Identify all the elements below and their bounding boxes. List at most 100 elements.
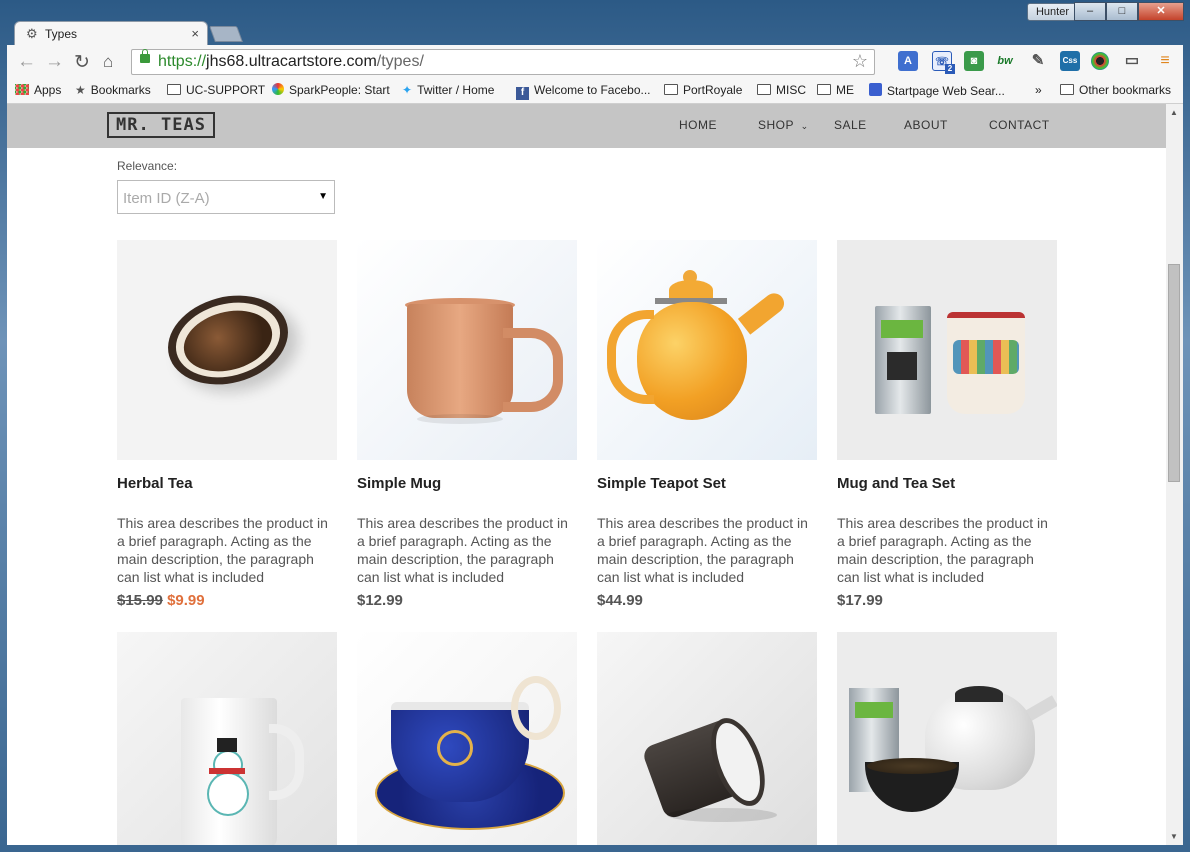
folder-icon bbox=[817, 84, 831, 95]
translate-extension-icon[interactable]: A bbox=[898, 51, 918, 71]
product-description: This area describes the product in a bri… bbox=[597, 515, 808, 585]
tab-title: Types bbox=[45, 27, 78, 41]
bookmark-sparkpeople[interactable]: SparkPeople: Start bbox=[272, 83, 390, 97]
chevron-down-icon: ⌄ bbox=[800, 121, 809, 131]
other-bookmarks[interactable]: Other bookmarks bbox=[1060, 83, 1171, 97]
bookmarks-bar: Apps ★ Bookmarks UC-SUPPORT SparkPeople: … bbox=[7, 79, 1183, 104]
scroll-up-arrow-icon[interactable]: ▲ bbox=[1170, 108, 1178, 117]
nav-shop[interactable]: SHOP ⌄ bbox=[758, 118, 809, 132]
product-description: This area describes the product in a bri… bbox=[117, 515, 328, 585]
bookmark-facebook[interactable]: f Welcome to Facebo... bbox=[516, 83, 651, 100]
menu-icon[interactable]: ≡ bbox=[1155, 51, 1175, 71]
folder-icon bbox=[757, 84, 771, 95]
star-icon: ★ bbox=[75, 83, 86, 97]
product-description: This area describes the product in a bri… bbox=[837, 515, 1048, 585]
product-image-simple-mug[interactable] bbox=[357, 240, 577, 460]
product-card[interactable]: Mug and Tea Set This area describes the … bbox=[837, 240, 1057, 609]
scrollbar-thumb[interactable] bbox=[1168, 264, 1180, 482]
reload-icon[interactable]: ↻ bbox=[74, 51, 90, 74]
product-name[interactable]: Simple Teapot Set bbox=[597, 475, 726, 492]
back-arrow-icon[interactable]: ← bbox=[17, 51, 36, 73]
product-card[interactable]: Simple Mug This area describes the produ… bbox=[357, 240, 577, 609]
product-card[interactable]: Herbal Tea This area describes the produ… bbox=[117, 240, 337, 609]
product-name[interactable]: Simple Mug bbox=[357, 475, 441, 492]
eyedropper-extension-icon[interactable]: ✎ bbox=[1028, 51, 1048, 71]
product-image-simple-teapot-set[interactable] bbox=[597, 240, 817, 460]
product-image-snowman-mug[interactable] bbox=[117, 632, 337, 845]
bookmark-me[interactable]: ME bbox=[817, 83, 854, 97]
sale-price: $9.99 bbox=[167, 592, 205, 609]
bookmark-bookmarks[interactable]: ★ Bookmarks bbox=[75, 83, 151, 97]
sort-selected-value: Item ID (Z-A) bbox=[123, 190, 210, 207]
product-card[interactable] bbox=[117, 632, 337, 845]
product-image-black-mug[interactable] bbox=[597, 632, 817, 845]
screen-capture-extension-icon[interactable]: ◙ bbox=[964, 51, 984, 71]
product-price: $12.99 bbox=[357, 592, 403, 609]
scroll-down-arrow-icon[interactable]: ▼ bbox=[1170, 832, 1178, 841]
browser-window: Hunter – □ ✕ ⚙ Types × ← → ↻ ⌂ https://j… bbox=[0, 0, 1190, 852]
product-image-teapot-and-tea-set[interactable] bbox=[837, 632, 1057, 845]
product-description: This area describes the product in a bri… bbox=[357, 515, 568, 585]
address-bar[interactable]: https://jhs68.ultracartstore.com/types/ … bbox=[131, 49, 875, 75]
css-extension-icon[interactable]: Css bbox=[1060, 51, 1080, 71]
profile-button[interactable]: Hunter bbox=[1026, 3, 1078, 21]
nav-home[interactable]: HOME bbox=[679, 118, 717, 132]
cast-icon[interactable]: ▭ bbox=[1122, 51, 1142, 71]
page-viewport: MR. TEAS HOME SHOP ⌄ SALE ABOUT CONTACT … bbox=[7, 104, 1166, 845]
bookmarks-overflow-button[interactable]: » bbox=[1035, 83, 1042, 97]
maximize-button[interactable]: □ bbox=[1106, 2, 1138, 21]
apps-grid-icon bbox=[15, 84, 29, 95]
color-wheel-extension-icon[interactable] bbox=[1091, 52, 1109, 70]
bookmark-portroyale[interactable]: PortRoyale bbox=[664, 83, 742, 97]
caret-down-icon: ▼ bbox=[318, 191, 328, 202]
bw-extension-icon[interactable]: bw bbox=[995, 51, 1015, 71]
product-card[interactable]: Simple Teapot Set This area describes th… bbox=[597, 240, 817, 609]
product-image-blue-teacup[interactable] bbox=[357, 632, 577, 845]
bookmark-startpage[interactable]: Startpage Web Sear... bbox=[869, 83, 1005, 98]
folder-icon bbox=[1060, 84, 1074, 95]
product-image-mug-and-tea-set[interactable] bbox=[837, 240, 1057, 460]
bookmark-uc-support[interactable]: UC-SUPPORT bbox=[167, 83, 265, 97]
nav-contact[interactable]: CONTACT bbox=[989, 118, 1050, 132]
site-header: MR. TEAS HOME SHOP ⌄ SALE ABOUT CONTACT bbox=[7, 104, 1166, 148]
new-tab-button[interactable] bbox=[209, 26, 243, 42]
page-scrollbar[interactable]: ▲ ▼ bbox=[1166, 104, 1183, 845]
nav-sale[interactable]: SALE bbox=[834, 118, 867, 132]
sparkpeople-icon bbox=[272, 83, 284, 95]
bookmark-apps[interactable]: Apps bbox=[15, 83, 61, 97]
site-logo[interactable]: MR. TEAS bbox=[107, 112, 215, 138]
bookmark-twitter[interactable]: ✦ Twitter / Home bbox=[402, 83, 494, 97]
startpage-icon bbox=[869, 83, 882, 96]
product-image-herbal-tea[interactable] bbox=[117, 240, 337, 460]
home-icon[interactable]: ⌂ bbox=[103, 52, 113, 72]
original-price: $15.99 bbox=[117, 592, 163, 609]
forward-arrow-icon[interactable]: → bbox=[45, 51, 64, 73]
sort-select[interactable]: Item ID (Z-A) ▼ bbox=[117, 180, 335, 214]
phone-extension-icon[interactable]: ☏ 2 bbox=[932, 51, 955, 74]
sort-label: Relevance: bbox=[117, 159, 178, 173]
minimize-button[interactable]: – bbox=[1074, 2, 1106, 21]
close-window-button[interactable]: ✕ bbox=[1138, 2, 1184, 21]
product-card[interactable] bbox=[357, 632, 577, 845]
browser-toolbar: ← → ↻ ⌂ https://jhs68.ultracartstore.com… bbox=[7, 45, 1183, 79]
product-price: $15.99 $9.99 bbox=[117, 592, 205, 609]
product-card[interactable] bbox=[597, 632, 817, 845]
folder-icon bbox=[664, 84, 678, 95]
browser-tab-active[interactable]: ⚙ Types × bbox=[14, 21, 208, 46]
product-name[interactable]: Herbal Tea bbox=[117, 475, 193, 492]
bookmark-star-icon[interactable]: ☆ bbox=[852, 51, 868, 72]
nav-about[interactable]: ABOUT bbox=[904, 118, 948, 132]
window-controls: – □ ✕ bbox=[1074, 2, 1184, 21]
bookmark-misc[interactable]: MISC bbox=[757, 83, 806, 97]
product-price: $44.99 bbox=[597, 592, 643, 609]
product-price: $17.99 bbox=[837, 592, 883, 609]
url-text: https://jhs68.ultracartstore.com/types/ bbox=[158, 53, 424, 70]
lock-icon bbox=[140, 49, 150, 63]
folder-icon bbox=[167, 84, 181, 95]
gear-icon: ⚙ bbox=[26, 26, 38, 41]
product-card[interactable] bbox=[837, 632, 1057, 845]
facebook-icon: f bbox=[516, 87, 529, 100]
product-name[interactable]: Mug and Tea Set bbox=[837, 475, 955, 492]
tab-close-icon[interactable]: × bbox=[191, 26, 199, 41]
twitter-icon: ✦ bbox=[402, 83, 413, 97]
